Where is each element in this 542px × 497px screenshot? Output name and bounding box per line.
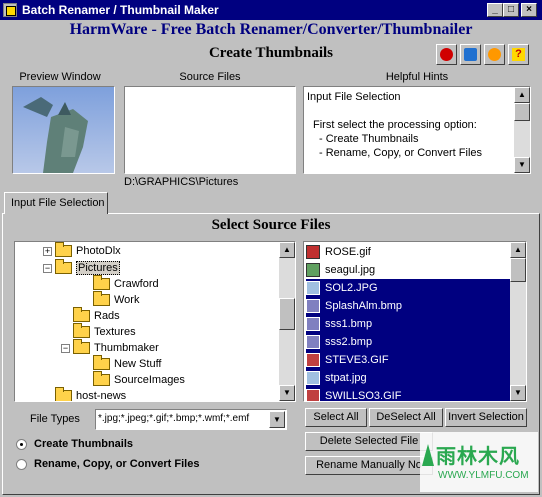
rename-manually-button[interactable]: Rename Manually No bbox=[305, 456, 433, 475]
preview-window-label: Preview Window bbox=[19, 71, 101, 83]
file-types-value: *.jpg;*.jpeg;*.gif;*.bmp;*.wmf;*.emf bbox=[98, 413, 250, 424]
maximize-button[interactable]: □ bbox=[503, 3, 519, 17]
scroll-down-arrow-icon[interactable]: ▼ bbox=[510, 385, 526, 401]
file-types-label: File Types bbox=[30, 413, 80, 425]
file-list[interactable]: ROSE.gif seagul.jpg SOL2.JPG SplashAlm.b… bbox=[303, 241, 527, 402]
hints-line-1: First select the processing option: bbox=[313, 119, 477, 131]
file-item-rose[interactable]: ROSE.gif bbox=[306, 243, 510, 261]
scroll-up-arrow-icon[interactable]: ▲ bbox=[510, 242, 526, 258]
option-label: Create Thumbnails bbox=[34, 438, 134, 450]
reset-button[interactable] bbox=[436, 44, 457, 65]
watermark-url: WWW.YLMFU.COM bbox=[438, 470, 529, 481]
watermark-logo-icon bbox=[422, 444, 434, 466]
help-button[interactable]: ? bbox=[508, 44, 529, 65]
jpg-file-icon bbox=[306, 281, 320, 296]
jpg-file-icon bbox=[306, 263, 320, 278]
tree-item-photodlx[interactable]: + PhotoDlx bbox=[43, 242, 121, 260]
option-rename-copy-convert[interactable]: Rename, Copy, or Convert Files bbox=[16, 458, 236, 472]
radio-unselected-icon[interactable] bbox=[16, 459, 27, 470]
tree-item-host-news[interactable]: host-news bbox=[55, 387, 126, 401]
scroll-thumb[interactable] bbox=[510, 258, 526, 282]
gif-file-icon bbox=[306, 389, 320, 401]
minimize-button[interactable]: _ bbox=[487, 3, 503, 17]
picture-icon bbox=[464, 48, 477, 61]
file-item-swillso3[interactable]: SWILLSO3.GIF bbox=[306, 387, 510, 401]
watermark-text: 雨林木风 bbox=[436, 446, 520, 468]
hints-line-3: - Rename, Copy, or Convert Files bbox=[319, 147, 483, 159]
select-all-button[interactable]: Select All bbox=[305, 408, 367, 427]
invert-selection-button[interactable]: Invert Selection bbox=[445, 408, 527, 427]
tab-label: Input File Selection bbox=[11, 197, 105, 209]
collapse-icon[interactable]: − bbox=[61, 344, 70, 353]
scroll-up-arrow-icon[interactable]: ▲ bbox=[279, 242, 295, 258]
file-item-sss2[interactable]: sss2.bmp bbox=[306, 333, 510, 351]
scroll-up-arrow-icon[interactable]: ▲ bbox=[514, 87, 530, 103]
watermark: 雨林木风 WWW.YLMFU.COM bbox=[420, 432, 538, 492]
source-files-label: Source Files bbox=[179, 71, 241, 83]
source-files-box[interactable] bbox=[124, 86, 296, 174]
view-button[interactable] bbox=[460, 44, 481, 65]
gif-file-icon bbox=[306, 245, 320, 260]
tree-scrollbar[interactable]: ▲ ▼ bbox=[279, 242, 295, 401]
file-list-scrollbar[interactable]: ▲ ▼ bbox=[510, 242, 526, 401]
preview-window bbox=[12, 86, 115, 174]
expand-icon[interactable]: + bbox=[43, 247, 52, 256]
gif-file-icon bbox=[306, 353, 320, 368]
open-folder-icon bbox=[55, 259, 72, 275]
scroll-down-arrow-icon[interactable]: ▼ bbox=[279, 385, 295, 401]
hints-line-2: - Create Thumbnails bbox=[319, 133, 419, 145]
app-icon bbox=[3, 3, 17, 17]
flame-button[interactable] bbox=[484, 44, 505, 65]
collapse-icon[interactable]: − bbox=[43, 264, 52, 273]
hints-title: Input File Selection bbox=[307, 91, 401, 103]
folder-icon bbox=[93, 371, 110, 387]
option-label: Rename, Copy, or Convert Files bbox=[34, 458, 200, 470]
title-bar[interactable]: Batch Renamer / Thumbnail Maker _ □ × bbox=[0, 0, 542, 20]
tab-input-file-selection[interactable]: Input File Selection bbox=[4, 192, 108, 214]
helpful-hints-label: Helpful Hints bbox=[385, 71, 449, 83]
file-item-steve3[interactable]: STEVE3.GIF bbox=[306, 351, 510, 369]
source-path: D:\GRAPHICS\Pictures bbox=[124, 176, 239, 188]
jpg-file-icon bbox=[306, 371, 320, 386]
folder-icon bbox=[55, 242, 72, 258]
file-item-seagul[interactable]: seagul.jpg bbox=[306, 261, 510, 279]
scroll-thumb[interactable] bbox=[514, 103, 530, 121]
scroll-thumb[interactable] bbox=[279, 298, 295, 330]
hints-scrollbar[interactable]: ▲ ▼ bbox=[514, 87, 530, 173]
close-button[interactable]: × bbox=[521, 3, 537, 17]
option-create-thumbnails[interactable]: Create Thumbnails bbox=[16, 438, 166, 452]
window-title: Batch Renamer / Thumbnail Maker bbox=[22, 3, 219, 17]
folder-icon bbox=[55, 387, 72, 401]
folder-icon bbox=[93, 275, 110, 291]
folder-tree[interactable]: + PhotoDlx − Pictures Crawford Work Rads… bbox=[14, 241, 296, 402]
file-item-splashalm[interactable]: SplashAlm.bmp bbox=[306, 297, 510, 315]
app-subtitle: HarmWare - Free Batch Renamer/Converter/… bbox=[69, 21, 473, 38]
folder-icon bbox=[93, 291, 110, 307]
folder-icon bbox=[93, 355, 110, 371]
bmp-file-icon bbox=[306, 299, 320, 314]
bmp-file-icon bbox=[306, 335, 320, 350]
file-item-sol2[interactable]: SOL2.JPG bbox=[306, 279, 510, 297]
bmp-file-icon bbox=[306, 317, 320, 332]
folder-icon bbox=[73, 323, 90, 339]
dropdown-arrow-icon[interactable]: ▼ bbox=[269, 411, 285, 428]
file-item-sss1[interactable]: sss1.bmp bbox=[306, 315, 510, 333]
section-title: Select Source Files bbox=[211, 217, 331, 233]
preview-image bbox=[13, 87, 114, 173]
file-types-combo[interactable]: *.jpg;*.jpeg;*.gif;*.bmp;*.wmf;*.emf ▼ bbox=[95, 409, 287, 430]
helpful-hints-box: Input File Selection First select the pr… bbox=[303, 86, 531, 174]
deselect-all-button[interactable]: DeSelect All bbox=[369, 408, 443, 427]
reset-icon bbox=[440, 48, 453, 61]
file-item-stpat[interactable]: stpat.jpg bbox=[306, 369, 510, 387]
open-folder-icon bbox=[73, 339, 90, 355]
help-icon: ? bbox=[512, 48, 525, 61]
flame-icon bbox=[488, 48, 501, 61]
radio-selected-icon[interactable] bbox=[16, 439, 27, 450]
folder-icon bbox=[73, 307, 90, 323]
scroll-down-arrow-icon[interactable]: ▼ bbox=[514, 157, 530, 173]
delete-selected-button[interactable]: Delete Selected File bbox=[305, 432, 433, 451]
